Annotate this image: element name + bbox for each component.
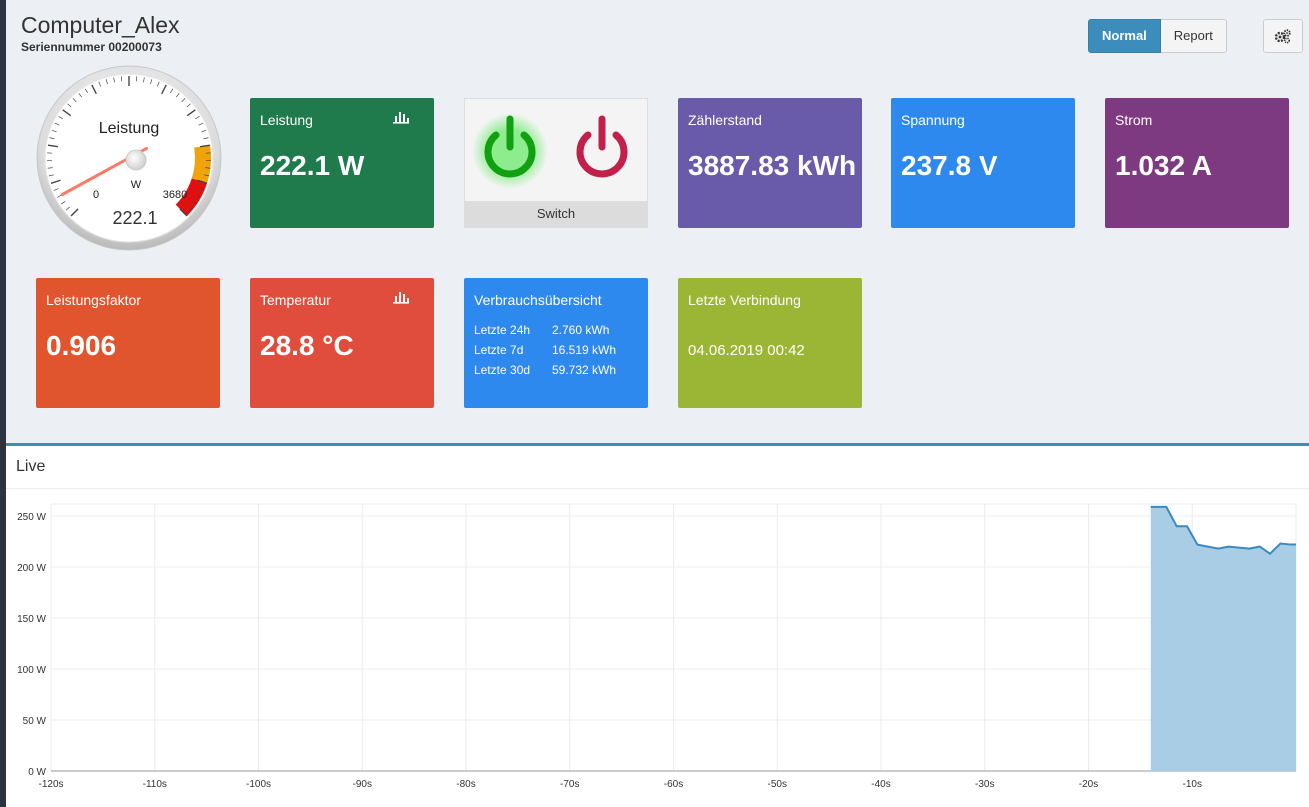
tile-value: 237.8 V — [901, 150, 998, 181]
x-tick-label: -100s — [246, 779, 271, 790]
gauge-hub — [125, 149, 147, 171]
data-point — [1165, 506, 1168, 508]
tile-value: 04.06.2019 00:42 — [688, 342, 805, 359]
x-tick-label: -20s — [1079, 779, 1098, 790]
x-tick-label: -30s — [975, 779, 994, 790]
y-tick-label: 250 W — [17, 512, 46, 523]
tile-label: Leistung — [260, 112, 313, 128]
x-tick-label: -10s — [1183, 779, 1202, 790]
tile-label: Verbrauchsübersicht — [474, 292, 602, 308]
switch-label[interactable]: Switch — [465, 201, 647, 227]
tile-temperatur[interactable]: Temperatur 28.8 °C — [250, 278, 434, 408]
power-on-icon[interactable] — [471, 111, 549, 189]
period-value: 59.732 kWh — [552, 363, 617, 377]
tile-label: Leistungsfaktor — [46, 292, 141, 308]
x-tick-label: -40s — [871, 779, 890, 790]
gauge-max-label: 3680 — [163, 189, 187, 201]
x-tick-label: -110s — [143, 779, 167, 790]
data-point — [1238, 546, 1240, 549]
data-point — [1227, 545, 1230, 548]
live-title: Live — [16, 458, 46, 475]
tile-letzte-verbindung: Letzte Verbindung 04.06.2019 00:42 — [678, 278, 862, 408]
bar-chart-icon[interactable] — [392, 288, 410, 304]
tile-strom: Strom 1.032 A — [1105, 98, 1289, 228]
period-label: Letzte 30d — [474, 363, 531, 377]
x-tick-label: -70s — [560, 779, 579, 790]
report-button[interactable]: Report — [1160, 19, 1227, 53]
tile-label: Temperatur — [260, 292, 331, 308]
y-tick-label: 100 W — [17, 665, 46, 676]
table-row: Letzte 7d 16.519 kWh — [474, 342, 616, 362]
tile-spannung: Spannung 237.8 V — [891, 98, 1075, 228]
tile-label: Zählerstand — [688, 112, 762, 128]
x-tick-label: -90s — [353, 779, 372, 790]
table-row: Letzte 30d 59.732 kWh — [474, 362, 616, 382]
gauge-title: Leistung — [99, 120, 160, 137]
period-value: 2.760 kWh — [552, 323, 610, 337]
x-tick-label: -120s — [38, 779, 63, 790]
x-tick-label: -80s — [456, 779, 475, 790]
data-point — [1269, 552, 1271, 555]
power-off-icon[interactable] — [563, 111, 641, 189]
x-tick-label: -50s — [768, 779, 787, 790]
data-point — [1279, 542, 1282, 545]
mode-toggle: Normal Report — [1088, 19, 1227, 53]
y-tick-label: 0 W — [28, 767, 46, 778]
y-tick-label: 200 W — [17, 563, 46, 574]
serial-number: Seriennummer 00200073 — [21, 40, 162, 54]
tile-value: 1.032 A — [1115, 150, 1213, 181]
tile-label: Letzte Verbindung — [688, 292, 801, 308]
tile-verbrauchsuebersicht: Verbrauchsübersicht Letzte 24h 2.760 kWh … — [464, 278, 648, 408]
settings-button[interactable] — [1263, 19, 1303, 53]
tile-switch: Switch — [464, 98, 648, 228]
bar-chart-icon[interactable] — [392, 108, 410, 124]
tile-value: 0.906 — [46, 330, 117, 361]
table-row: Letzte 24h 2.760 kWh — [474, 322, 616, 342]
gauge-value: 222.1 — [112, 208, 157, 228]
data-point — [1248, 547, 1251, 550]
tile-leistungsfaktor: Leistungsfaktor 0.906 — [36, 278, 220, 408]
device-name: Computer_Alex — [21, 12, 180, 38]
data-point — [1290, 543, 1292, 546]
data-point — [1175, 525, 1178, 527]
period-label: Letzte 7d — [474, 343, 524, 357]
data-point — [1217, 547, 1219, 550]
gauge-min-label: 0 — [93, 189, 99, 201]
data-point — [1155, 506, 1157, 508]
tile-value: 28.8 °C — [260, 330, 354, 361]
data-point — [1186, 525, 1188, 527]
gears-icon — [1274, 29, 1291, 44]
divider — [6, 488, 1309, 489]
data-point — [1207, 545, 1209, 548]
live-panel: Live 0 W 50 W 100 W 150 W 200 W 250 W -120s -11… — [6, 443, 1309, 807]
tile-value: 3887.83 kWh — [688, 150, 857, 181]
data-point — [1196, 543, 1199, 546]
power-gauge: Leistung 0 3680 W 222.1 — [36, 65, 222, 251]
data-point — [1258, 545, 1261, 548]
tile-zaehlerstand: Zählerstand 3887.83 kWh — [678, 98, 862, 228]
period-value: 16.519 kWh — [552, 343, 617, 357]
live-chart: 0 W 50 W 100 W 150 W 200 W 250 W -120s -110s -10… — [17, 503, 1297, 790]
x-tick-label: -60s — [664, 779, 683, 790]
period-label: Letzte 24h — [474, 323, 531, 337]
y-tick-label: 50 W — [23, 716, 47, 727]
tile-value: 222.1 W — [260, 150, 365, 181]
y-tick-label: 150 W — [17, 614, 46, 625]
normal-button[interactable]: Normal — [1088, 19, 1161, 53]
gauge-unit: W — [131, 179, 142, 191]
tile-label: Strom — [1115, 112, 1153, 128]
consumption-table: Letzte 24h 2.760 kWh Letzte 7d 16.519 kWh … — [474, 322, 616, 382]
tile-leistung[interactable]: Leistung 222.1 W — [250, 98, 434, 228]
tile-label: Spannung — [901, 112, 965, 128]
